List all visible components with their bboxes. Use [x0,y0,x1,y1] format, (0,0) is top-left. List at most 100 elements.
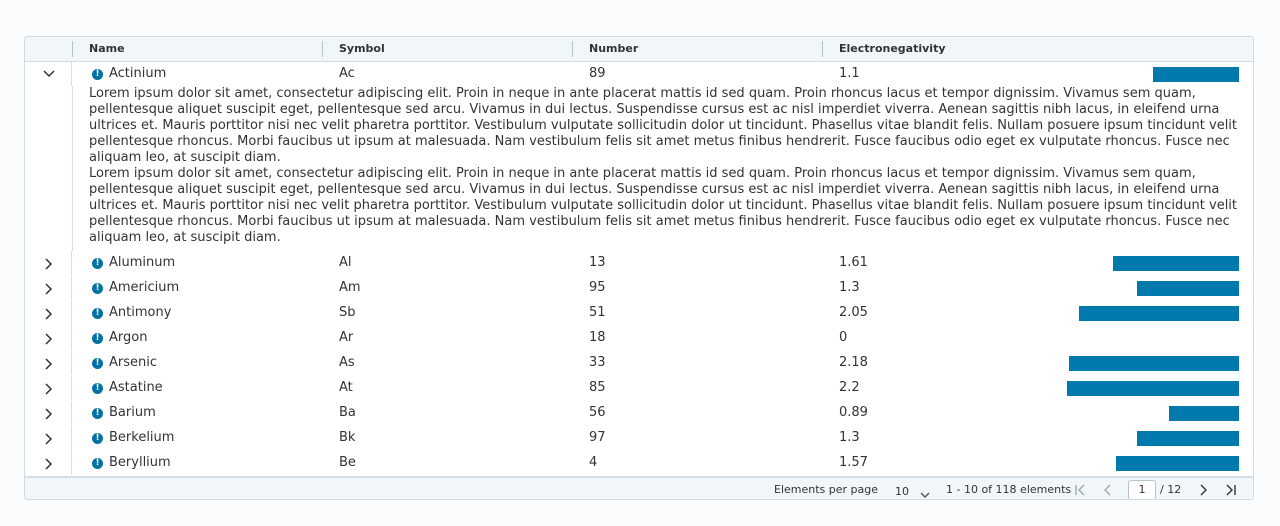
cell-name: Argon [109,330,148,345]
cell-electronegativity: 1.3 [839,430,860,445]
table-row: Actinium Ac 89 1.1 Lorem ipsum dolor sit ame… [25,62,1253,274]
page-number-input[interactable] [1128,480,1156,499]
cell-symbol: Bk [339,430,356,445]
cell-number: 18 [589,330,606,345]
table-row: Americium Am 95 1.3 [25,276,1253,302]
row-expander-button[interactable] [25,376,72,400]
alert-icon [92,457,103,470]
electronegativity-bar [1169,406,1239,421]
alert-icon [92,68,103,81]
chevron-right-icon [43,458,53,470]
table-row: Arsenic As 33 2.18 [25,351,1253,377]
column-header-name[interactable]: Name [89,37,125,61]
electronegativity-bar [1069,356,1239,371]
alert-icon [92,307,103,320]
cell-electronegativity: 0 [839,330,848,345]
column-separator[interactable] [322,41,323,57]
cell-name: Aluminum [109,255,176,270]
cell-electronegativity: 2.18 [839,355,868,370]
column-separator[interactable] [572,41,573,57]
cell-name: Astatine [109,380,163,395]
cell-name: Antimony [109,305,172,320]
last-page-icon[interactable] [1224,483,1238,497]
cell-number: 97 [589,430,606,445]
row-expander-button[interactable] [25,251,72,275]
cell-number: 85 [589,380,606,395]
pagination-range: 1 - 10 of 118 elements [946,483,1072,496]
column-separator[interactable] [72,41,73,57]
cell-electronegativity: 1.61 [839,255,868,270]
cell-electronegativity: 0.89 [839,405,868,420]
cell-electronegativity: 1.57 [839,455,868,470]
cell-number: 4 [589,455,598,470]
electronegativity-bar [1116,456,1239,471]
table-row: Aluminum Al 13 1.61 [25,251,1253,277]
table-row: Barium Ba 56 0.89 [25,401,1253,427]
chevron-right-icon [43,283,53,295]
cell-symbol: Be [339,455,356,470]
column-header-symbol[interactable]: Symbol [339,37,385,61]
cell-number: 95 [589,280,606,295]
cell-symbol: Ba [339,405,356,420]
table-row: Antimony Sb 51 2.05 [25,301,1253,327]
cell-symbol: Ac [339,66,355,81]
row-expander-button[interactable] [25,276,72,300]
electronegativity-bar [1153,67,1239,82]
per-page-label: Elements per page [774,483,879,496]
grid-footer: Elements per page 10 1 - 10 of 118 eleme… [25,477,1253,499]
chevron-right-icon [43,383,53,395]
table-row: Berkelium Bk 97 1.3 [25,426,1253,452]
detail-paragraph: Lorem ipsum dolor sit amet, consectetur … [89,166,1238,245]
previous-page-icon[interactable] [1101,483,1115,497]
detail-divider [72,86,73,274]
row-expander-button[interactable] [25,301,72,325]
row-expander-button[interactable] [25,62,72,86]
row-expander-button[interactable] [25,451,72,475]
cell-electronegativity: 2.05 [839,305,868,320]
column-header-electronegativity[interactable]: Electronegativity [839,37,946,61]
cell-number: 56 [589,405,606,420]
detail-paragraph: Lorem ipsum dolor sit amet, consectetur … [89,86,1238,165]
grid-header: Name Symbol Number Electronegativity [25,37,1253,62]
alert-icon [92,382,103,395]
cell-number: 51 [589,305,606,320]
chevron-right-icon [43,433,53,445]
alert-icon [92,357,103,370]
table-row: Argon Ar 18 0 [25,326,1253,352]
chevron-right-icon [43,408,53,420]
cell-name: Beryllium [109,455,171,470]
next-page-icon[interactable] [1196,483,1210,497]
alert-icon [92,332,103,345]
alert-icon [92,282,103,295]
first-page-icon[interactable] [1073,483,1087,497]
cell-name: Berkelium [109,430,175,445]
row-detail: Lorem ipsum dolor sit amet, consectetur … [89,86,1241,246]
chevron-right-icon [43,358,53,370]
cell-number: 89 [589,66,606,81]
electronegativity-bar [1067,381,1239,396]
row-expander-button[interactable] [25,326,72,350]
per-page-value: 10 [895,485,909,498]
electronegativity-bar [1113,256,1239,271]
column-header-number[interactable]: Number [589,37,638,61]
cell-symbol: As [339,355,355,370]
total-pages: / 12 [1160,483,1182,496]
column-separator[interactable] [822,41,823,57]
alert-icon [92,432,103,445]
row-expander-button[interactable] [25,401,72,425]
chevron-down-icon [43,69,55,79]
cell-name: Arsenic [109,355,158,370]
cell-symbol: Ar [339,330,354,345]
cell-electronegativity: 1.3 [839,280,860,295]
row-expander-button[interactable] [25,351,72,375]
cell-symbol: Al [339,255,352,270]
row-expander-button[interactable] [25,426,72,450]
cell-electronegativity: 1.1 [839,66,860,81]
electronegativity-bar [1137,281,1239,296]
cell-symbol: At [339,380,353,395]
datagrid: Name Symbol Number Electronegativity Act… [24,36,1254,500]
per-page-select[interactable]: 10 [889,481,934,499]
chevron-down-icon [920,486,930,499]
cell-name: Barium [109,405,156,420]
cell-symbol: Am [339,280,361,295]
